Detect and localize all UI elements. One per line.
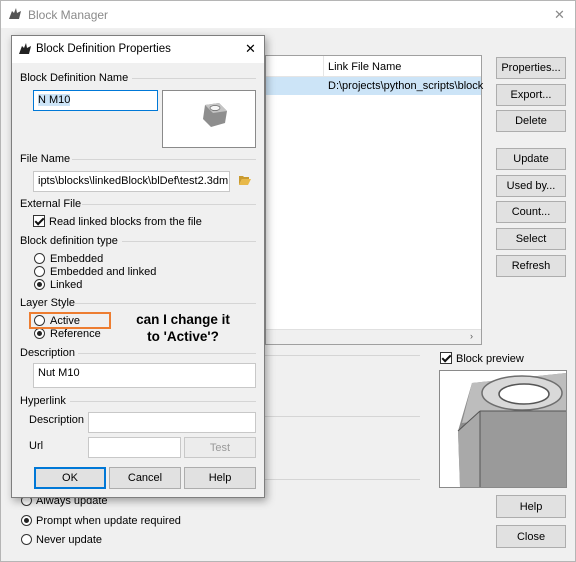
linked-label: Linked [50,279,83,291]
hyperlink-label: Hyperlink [20,395,66,407]
embedded-and-linked-label: Embedded and linked [50,266,157,278]
used-by-button[interactable]: Used by... [496,175,566,197]
hyperlink-description-label: Description [29,414,85,426]
horizontal-scrollbar[interactable]: › [266,329,481,344]
refresh-button[interactable]: Refresh [496,255,566,277]
manager-close-button[interactable]: Close [496,525,566,548]
block-thumbnail [162,90,256,148]
never-update-label: Never update [36,534,103,546]
separator [265,355,420,356]
scroll-right-icon[interactable]: › [470,331,473,341]
separator [265,479,420,480]
radio-layer-reference[interactable] [34,328,45,339]
help-button[interactable]: Help [184,467,256,489]
embedded-label: Embedded [50,253,104,265]
block-name-input[interactable]: N M10 [33,90,158,111]
dialog-title: Block Definition Properties [36,43,171,55]
dialog-titlebar: Block Definition Properties ✕ [12,36,264,63]
radio-prompt-update[interactable] [21,515,32,526]
annotation-line-1: can I change it [136,312,230,327]
file-name-input[interactable]: ipts\blocks\linkedBlock\blDef\test2.3dm [33,171,230,192]
external-file-label: External File [20,198,82,210]
hex-nut-icon [203,103,227,127]
url-input[interactable] [88,437,181,458]
annotation-text: can I change it to 'Active'? [118,311,248,345]
block-preview-label: Block preview [456,353,524,365]
file-name-label: File Name [20,153,71,165]
block-preview-checkbox[interactable] [440,352,452,364]
test-button[interactable]: Test [184,437,256,458]
table-row[interactable]: D:\projects\python_scripts\block [266,77,484,95]
radio-linked[interactable] [34,279,45,290]
block-manager-close-icon[interactable]: ✕ [554,7,565,23]
rhino-logo-icon [9,8,21,19]
delete-button[interactable]: Delete [496,110,566,132]
ok-button[interactable]: OK [34,467,106,489]
radio-never-update[interactable] [21,534,32,545]
hyperlink-description-input[interactable] [88,412,256,433]
block-definition-type-label: Block definition type [20,235,118,247]
url-label: Url [29,440,44,452]
manager-help-button[interactable]: Help [496,495,566,518]
rhino-logo-icon [19,43,31,54]
hex-nut-preview-icon [457,373,566,487]
block-definition-name-label: Block Definition Name [20,72,129,84]
dialog-close-icon[interactable]: ✕ [245,41,256,57]
folder-open-icon[interactable] [238,174,252,186]
column-header-link-file-name[interactable]: Link File Name [328,61,401,73]
radio-embedded-and-linked[interactable] [34,266,45,277]
separator [265,416,420,417]
properties-button[interactable]: Properties... [496,57,566,79]
block-definition-properties-dialog: Block Definition Properties ✕ Block Defi… [11,35,265,498]
update-button[interactable]: Update [496,148,566,170]
description-label: Description [20,347,76,359]
row-link-file-name: D:\projects\python_scripts\block [328,80,484,92]
read-linked-checkbox[interactable] [33,215,45,227]
layer-reference-label: Reference [50,328,101,340]
annotation-line-2: to 'Active'? [147,329,219,344]
block-manager-title: Block Manager [28,8,109,22]
prompt-update-label: Prompt when update required [36,515,181,527]
table-header: Link File Name [266,56,481,77]
cancel-button[interactable]: Cancel [109,467,181,489]
radio-embedded[interactable] [34,253,45,264]
select-button[interactable]: Select [496,228,566,250]
layer-style-label: Layer Style [20,297,76,309]
read-linked-label: Read linked blocks from the file [49,216,202,228]
description-input[interactable]: Nut M10 [33,363,256,388]
block-preview-image [439,370,567,488]
block-list-table[interactable]: Link File Name D:\projects\python_script… [265,55,484,345]
block-manager-titlebar: Block Manager ✕ [1,1,575,28]
count-button[interactable]: Count... [496,201,566,223]
export-button[interactable]: Export... [496,84,566,106]
annotation-highlight-box [29,312,111,329]
